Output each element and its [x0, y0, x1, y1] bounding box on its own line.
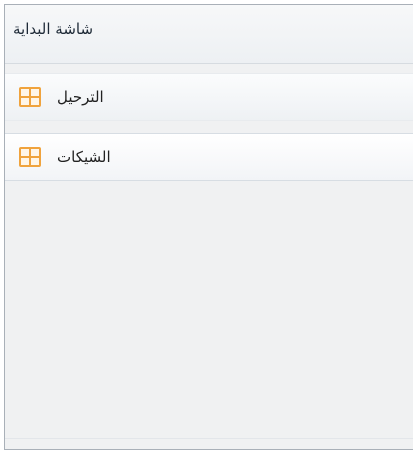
dashboard-icon: [19, 147, 41, 167]
application-window: شاشة البداية الترحيل الشيكات: [0, 0, 413, 455]
navigation-list: الترحيل الشيكات: [5, 73, 413, 193]
dashboard-icon: [19, 87, 41, 107]
list-item-label: الشيكات: [57, 148, 111, 166]
list-item-migration[interactable]: الترحيل: [5, 73, 413, 121]
panel-bottom-divider: [5, 438, 413, 439]
list-item-checks[interactable]: الشيكات: [5, 133, 413, 181]
start-screen-panel: شاشة البداية الترحيل الشيكات: [4, 4, 413, 450]
panel-header: شاشة البداية: [5, 5, 413, 64]
panel-title: شاشة البداية: [13, 20, 94, 38]
list-item-label: الترحيل: [57, 88, 104, 106]
